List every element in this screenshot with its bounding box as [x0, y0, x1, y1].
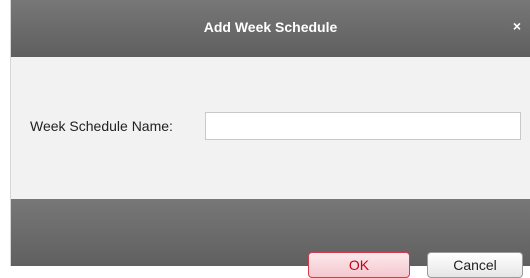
week-schedule-name-label: Week Schedule Name:: [30, 118, 173, 134]
cancel-button[interactable]: Cancel: [427, 252, 523, 278]
dialog-footer: OK Cancel: [11, 199, 530, 278]
dialog-titlebar: Add Week Schedule ×: [11, 0, 530, 57]
add-week-schedule-dialog: Add Week Schedule × Week Schedule Name: …: [11, 0, 530, 278]
dialog-body: Week Schedule Name:: [11, 57, 530, 199]
close-icon[interactable]: ×: [511, 19, 523, 33]
ok-button[interactable]: OK: [308, 252, 410, 278]
week-schedule-name-input[interactable]: [205, 112, 521, 140]
dialog-title: Add Week Schedule: [203, 19, 338, 35]
